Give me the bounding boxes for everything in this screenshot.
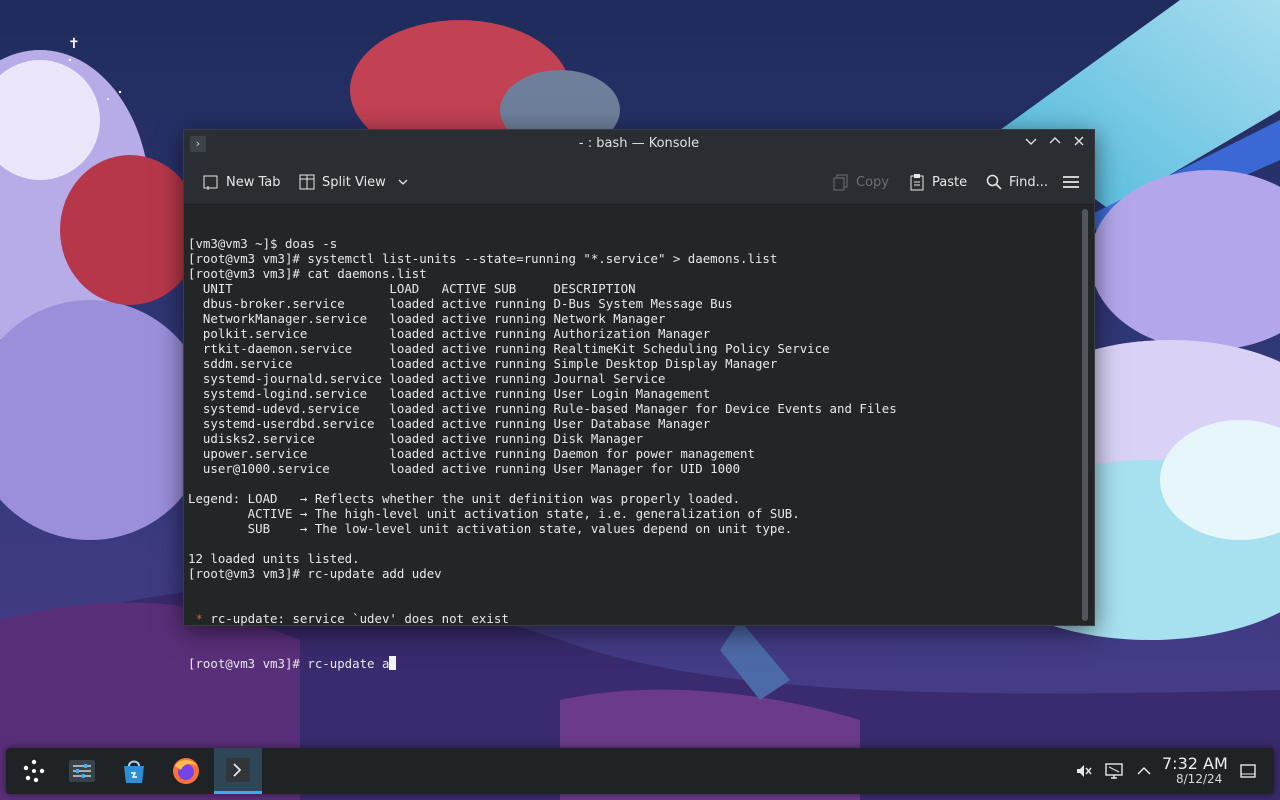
system-settings-icon [69, 760, 95, 782]
taskbar-konsole[interactable] [214, 748, 262, 794]
terminal-line: [root@vm3 vm3]# cat daemons.list [188, 266, 427, 281]
new-tab-label: New Tab [226, 174, 281, 190]
chevron-down-icon [398, 179, 408, 185]
copy-button[interactable]: Copy [832, 172, 889, 192]
discover-store-icon [124, 760, 144, 783]
error-text: rc-update: service `udev' does not exist [202, 611, 509, 626]
terminal-line: rtkit-daemon.service loaded active runni… [188, 341, 830, 356]
terminal-line: systemd-udevd.service loaded active runn… [188, 401, 897, 416]
konsole-icon [226, 757, 250, 782]
minimize-icon[interactable] [1022, 135, 1040, 153]
hamburger-menu-button[interactable] [1062, 172, 1080, 192]
terminal-line: UNIT LOAD ACTIVE SUB DESCRIPTION [188, 281, 636, 296]
application-launcher-icon [23, 759, 45, 783]
copy-label: Copy [856, 174, 889, 190]
terminal-error-line: * rc-update: service `udev' does not exi… [188, 611, 897, 626]
terminal-line: 12 loaded units listed. [188, 551, 360, 566]
application-launcher-button[interactable] [10, 748, 58, 794]
taskbar-panel: 7:32 AM 8/12/24 [6, 748, 1274, 794]
find-label: Find... [1009, 174, 1049, 190]
terminal-scrollback: [vm3@vm3 ~]$ doas -s [root@vm3 vm3]# syst… [188, 236, 897, 581]
terminal-view[interactable]: [vm3@vm3 ~]$ doas -s [root@vm3 vm3]# syst… [184, 205, 1094, 671]
terminal-cursor [389, 656, 397, 670]
show-desktop-icon[interactable] [1238, 761, 1258, 781]
taskbar-system-settings[interactable] [58, 748, 106, 794]
firefox-icon [173, 758, 199, 784]
konsole-toolbar: New Tab Split View Copy Paste Find... [184, 158, 1094, 205]
copy-icon [833, 174, 848, 191]
terminal-line: ACTIVE → The high-level unit activation … [188, 506, 800, 521]
terminal-line: [root@vm3 vm3]# rc-update add udev [188, 566, 442, 581]
terminal-line: NetworkManager.service loaded active run… [188, 311, 666, 326]
terminal-line: SUB → The low-level unit activation stat… [188, 521, 793, 536]
prompt-text: [root@vm3 vm3]# rc-update a [188, 656, 390, 671]
window-title: - : bash — Konsole [578, 136, 700, 151]
clock-date[interactable]: 8/12/24 [1176, 772, 1222, 786]
terminal-line: Legend: LOAD → Reflects whether the unit… [188, 491, 741, 506]
terminal-line: [root@vm3 vm3]# systemctl list-units --s… [188, 251, 778, 266]
close-icon[interactable] [1070, 135, 1088, 153]
split-view-icon [299, 174, 315, 190]
terminal-line: sddm.service loaded active running Simpl… [188, 356, 778, 371]
find-button[interactable]: Find... [985, 172, 1048, 192]
terminal-line: upower.service loaded active running Dae… [188, 446, 755, 461]
new-tab-icon [203, 175, 218, 190]
tray-expand-icon[interactable] [1134, 761, 1154, 781]
new-tab-button[interactable]: New Tab [202, 172, 281, 192]
terminal-line: [vm3@vm3 ~]$ doas -s [188, 236, 338, 251]
terminal-line: systemd-logind.service loaded active run… [188, 386, 711, 401]
svg-text:✝: ✝ [68, 36, 80, 52]
paste-button[interactable]: Paste [908, 172, 967, 192]
volume-muted-icon[interactable] [1074, 761, 1094, 781]
network-icon[interactable] [1104, 761, 1124, 781]
paste-icon [910, 174, 924, 191]
taskbar-firefox[interactable] [162, 748, 210, 794]
terminal-line: dbus-broker.service loaded active runnin… [188, 296, 733, 311]
terminal-line: polkit.service loaded active running Aut… [188, 326, 711, 341]
terminal-line: udisks2.service loaded active running Di… [188, 431, 644, 446]
terminal-line: systemd-userdbd.service loaded active ru… [188, 416, 711, 431]
scrollbar-thumb[interactable] [1082, 209, 1088, 621]
window-titlebar[interactable]: › - : bash — Konsole [184, 130, 1094, 158]
terminal-line: systemd-journald.service loaded active r… [188, 371, 666, 386]
search-icon [986, 174, 1002, 190]
terminal-line: user@1000.service loaded active running … [188, 461, 741, 476]
terminal-prompt-line: [root@vm3 vm3]# rc-update a [188, 656, 897, 671]
paste-label: Paste [932, 174, 968, 190]
error-star: * [188, 611, 203, 626]
maximize-icon[interactable] [1046, 135, 1064, 153]
konsole-window: › - : bash — Konsole New Tab Split View … [183, 129, 1095, 671]
terminal-output: [vm3@vm3 ~]$ doas -s [root@vm3 vm3]# syst… [188, 206, 897, 701]
taskbar-discover[interactable] [110, 748, 158, 794]
clock-time[interactable]: 7:32 AM [1162, 754, 1228, 773]
split-view-button[interactable]: Split View [298, 172, 410, 192]
hamburger-menu-icon [1063, 176, 1079, 188]
terminal-scrollbar[interactable] [1082, 209, 1088, 621]
split-view-label: Split View [322, 174, 386, 190]
